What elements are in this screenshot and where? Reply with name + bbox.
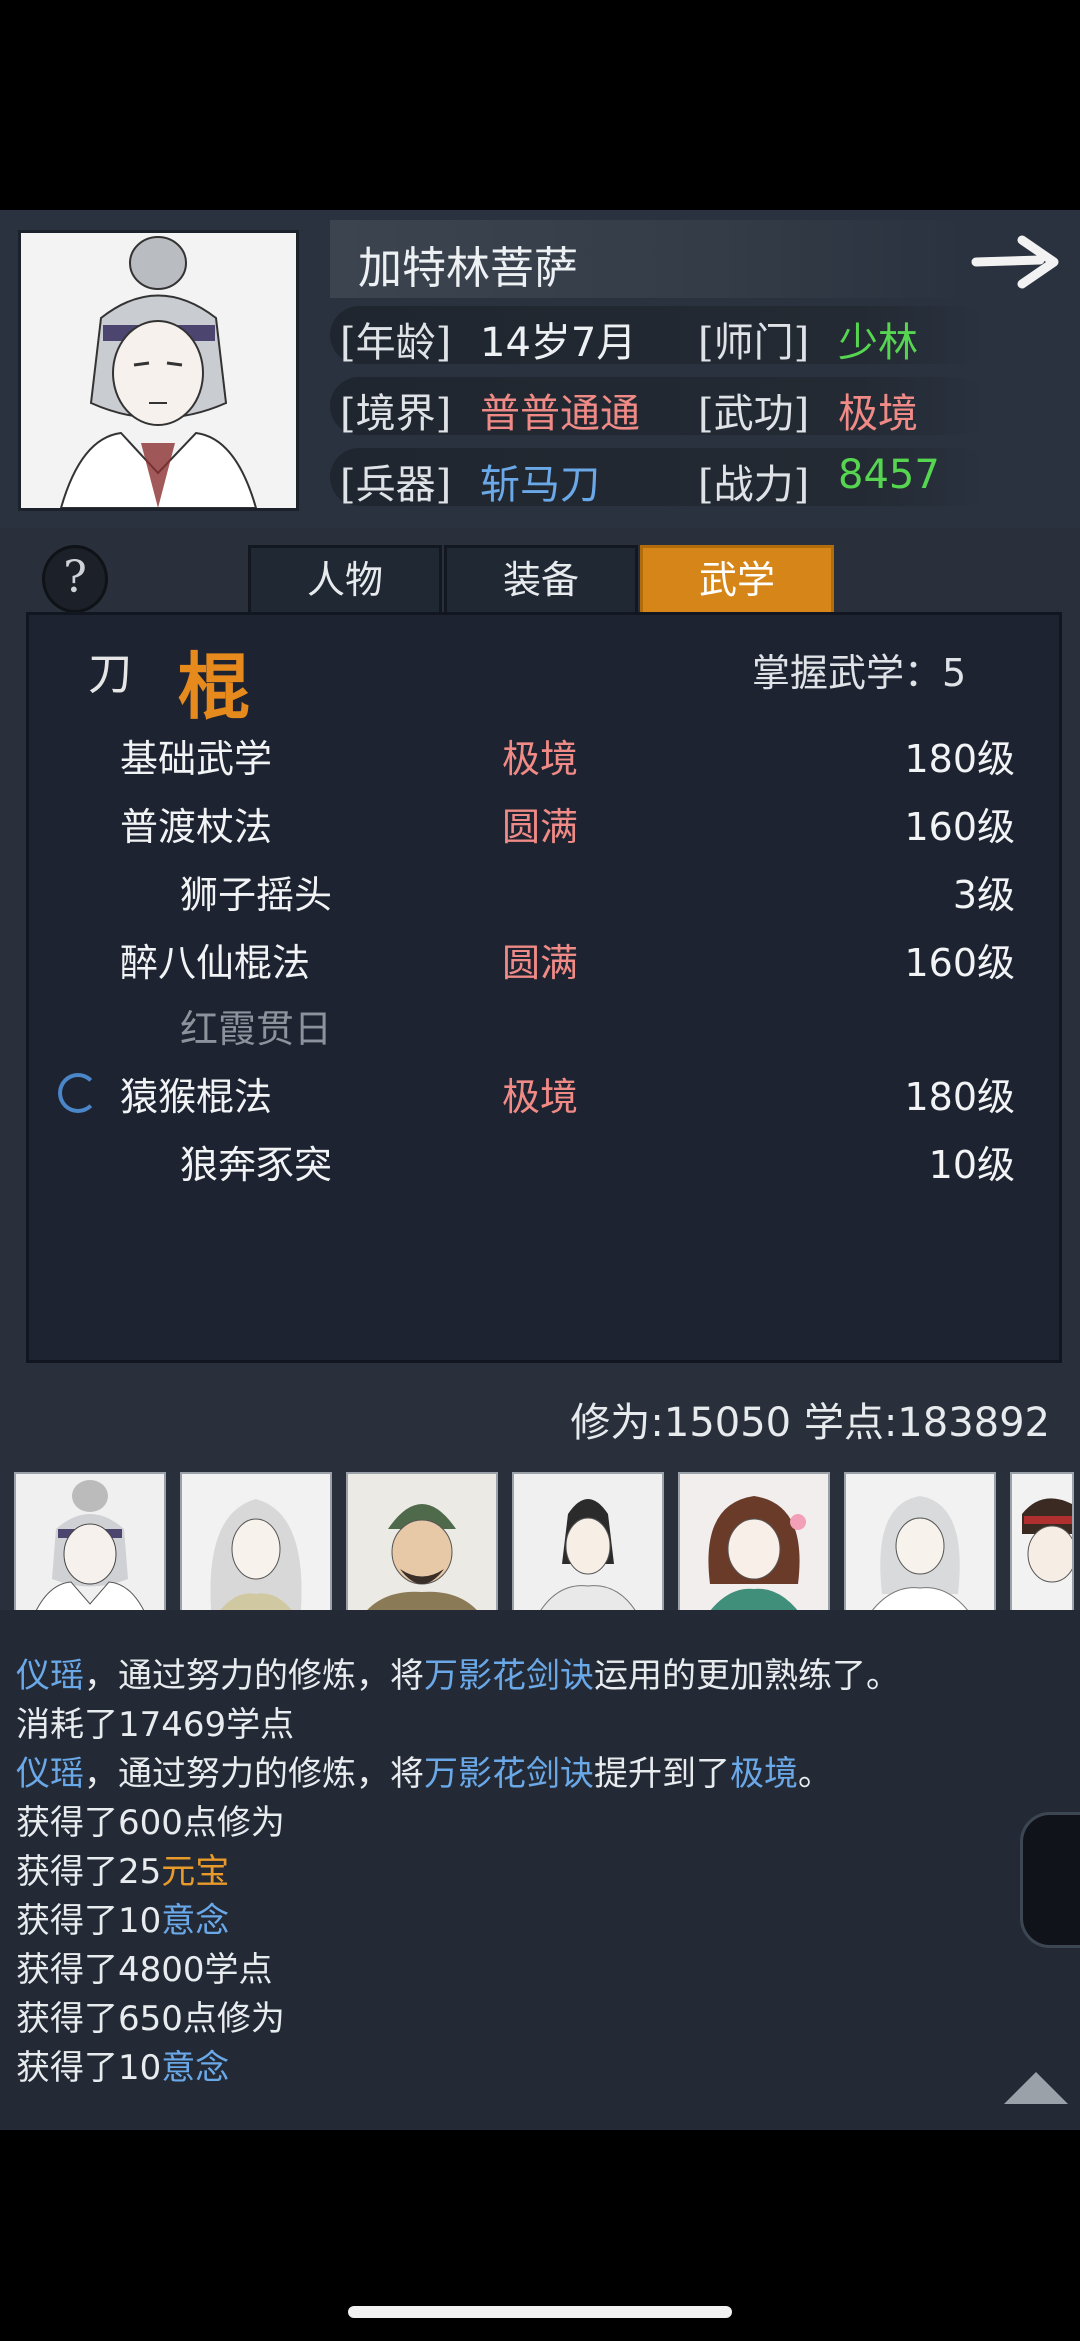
roster-avatar[interactable] [1010,1472,1074,1624]
weapon-label: [兵器] [340,462,452,508]
help-icon: ? [63,552,87,603]
log-line: 获得了4800学点 [16,1950,273,1990]
skill-name: 狼奔豕突 [180,1143,333,1187]
martial-value: 极境 [838,391,918,437]
sect-value: 少林 [838,320,918,366]
skill-level: 10级 [928,1143,1015,1187]
log-text: 运用的更加熟练了。 [594,1656,900,1696]
log-line: 获得了650点修为 [16,1999,285,2039]
collapse-triangle-icon[interactable] [1004,2072,1068,2104]
roster-avatar[interactable] [678,1472,830,1624]
skill-rank: 极境 [502,737,579,781]
weapon-value[interactable]: 斩马刀 [480,452,600,510]
log-rank: 极境 [730,1754,798,1794]
log-skill-name[interactable]: 万影花剑诀 [424,1656,594,1696]
power-value: 8457 [838,452,940,498]
log-text: ，通过努力的修炼，将 [84,1754,424,1794]
skill-name: 普渡杖法 [120,805,273,849]
side-menu-button[interactable] [1020,1812,1080,1948]
log-resource: 意念 [161,1901,230,1941]
skill-row[interactable]: 基础武学 极境 180级 [0,728,1080,792]
roster-avatar[interactable] [180,1472,332,1624]
skill-row[interactable]: 猿猴棍法 极境 180级 [0,1066,1080,1130]
skill-name: 狮子摇头 [180,873,333,917]
roster-avatar[interactable] [512,1472,664,1624]
sub-skill-row[interactable]: 狮子摇头 3级 [0,864,1080,928]
skill-level: 160级 [904,805,1015,849]
roster-avatar[interactable] [346,1472,498,1624]
skill-row[interactable]: 醉八仙棍法 圆满 160级 [0,932,1080,996]
martial-label: [武功] [698,391,810,437]
realm-value: 普普通通 [480,391,640,437]
log-line: 仪瑶，通过努力的修炼，将万影花剑诀提升到了极境。 [16,1746,832,1795]
sub-skill-row[interactable]: 狼奔豕突 10级 [0,1134,1080,1198]
log-text: 获得了10 [16,1901,162,1941]
home-indicator[interactable] [348,2306,732,2318]
sect-label: [师门] [698,320,810,366]
sub-skill-row-locked[interactable]: 红霞贯日 [0,998,1080,1062]
log-line: 获得了10意念 [16,2040,229,2089]
skill-rank: 圆满 [502,805,579,849]
skill-level: 160级 [904,941,1015,985]
skill-name: 基础武学 [120,737,273,781]
tab-character[interactable]: 人物 [248,545,442,617]
roster-avatar[interactable] [844,1472,996,1624]
log-text: 获得了25 [16,1852,162,1892]
log-line: 获得了10意念 [16,1893,229,1942]
log-line: 仪瑶，通过努力的修炼，将万影花剑诀运用的更加熟练了。 [16,1648,900,1697]
log-text: 提升到了 [594,1754,730,1794]
category-staff-tab[interactable]: 棍 [178,628,250,733]
portrait-illustration [21,233,296,509]
skill-name: 红霞贯日 [180,1007,333,1051]
age-value: 14岁7月 [480,320,637,366]
next-arrow-icon[interactable] [970,232,1065,292]
skill-level: 180级 [904,737,1015,781]
skill-level: 180级 [904,1075,1015,1119]
log-text: ，通过努力的修炼，将 [84,1656,424,1696]
log-text: 获得了10 [16,2048,162,2088]
skill-row[interactable]: 普渡杖法 圆满 160级 [0,796,1080,860]
log-character-name[interactable]: 仪瑶 [16,1656,84,1696]
log-currency: 元宝 [161,1852,230,1892]
log-character-name[interactable]: 仪瑶 [16,1754,84,1794]
character-name: 加特林菩萨 [358,243,578,294]
mastered-count: 掌握武学：5 [752,651,967,695]
log-resource: 意念 [161,2048,230,2088]
skill-rank: 极境 [502,1075,579,1119]
age-label: [年龄] [340,320,452,366]
log-text: 。 [798,1754,832,1794]
tab-equipment[interactable]: 装备 [444,545,638,617]
cultivation-points-stats: 修为:15050 学点:183892 [570,1400,1050,1446]
skill-level: 3级 [952,873,1015,917]
skill-rank: 圆满 [502,941,579,985]
power-label: [战力] [698,462,810,508]
help-button[interactable]: ? [42,545,108,613]
log-line: 获得了600点修为 [16,1803,285,1843]
tab-martial-arts[interactable]: 武学 [640,545,834,617]
realm-label: [境界] [340,391,452,437]
skill-name: 醉八仙棍法 [120,941,311,985]
log-line: 消耗了17469学点 [16,1705,295,1745]
category-blade-tab[interactable]: 刀 [88,638,148,700]
log-line: 获得了25元宝 [16,1844,229,1893]
roster-avatar[interactable] [14,1472,166,1624]
log-skill-name[interactable]: 万影花剑诀 [424,1754,594,1794]
skill-name: 猿猴棍法 [120,1075,273,1119]
character-portrait[interactable] [18,230,299,511]
